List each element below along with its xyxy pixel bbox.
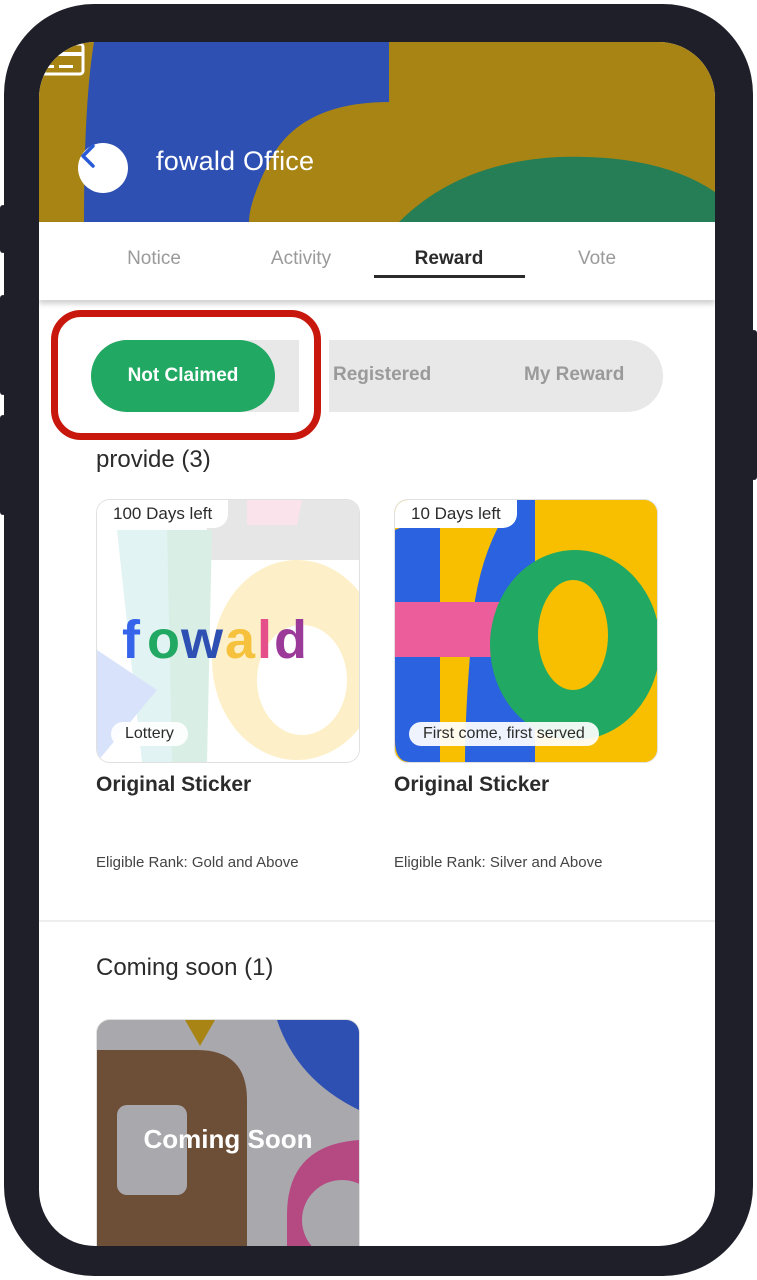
logo-letter: l — [257, 610, 272, 670]
active-tab-indicator — [374, 275, 525, 278]
app-screen: fowald Office Notice Activity Reward Vot… — [39, 42, 715, 1246]
first-come-badge: First come, first served — [409, 722, 599, 746]
chevron-left-icon — [81, 144, 95, 168]
annotation-highlight-box — [51, 310, 321, 440]
phone-side-button — [0, 415, 6, 515]
segment-registered[interactable]: Registered — [333, 364, 431, 386]
header-banner: fowald Office — [39, 42, 715, 222]
phone-side-button — [0, 205, 6, 253]
coming-soon-card[interactable]: Coming Soon — [96, 1019, 360, 1246]
reward-card-image[interactable]: f o w a l d 100 Days left Lottery — [96, 499, 360, 763]
logo-letter: f — [122, 610, 141, 670]
page-title: fowald Office — [156, 146, 315, 176]
header-graphic — [84, 42, 715, 222]
section-divider — [39, 920, 715, 922]
coming-soon-overlay: Coming Soon — [143, 1124, 313, 1154]
phone-side-button — [751, 330, 757, 480]
logo-letter: a — [225, 610, 256, 670]
provide-section-title: provide (3) — [96, 446, 211, 473]
tab-bar: Notice Activity Reward Vote — [39, 222, 715, 300]
logo-letter: d — [274, 610, 307, 670]
reward-card-image[interactable]: 10 Days left First come, first served — [394, 499, 658, 763]
membership-card-icon[interactable] — [39, 42, 85, 76]
days-left-label: 10 Days left — [395, 500, 517, 528]
tab-activity[interactable]: Activity — [226, 248, 376, 270]
reward-item-name: Original Sticker — [96, 773, 252, 796]
tab-notice[interactable]: Notice — [79, 248, 229, 270]
segment-my-reward[interactable]: My Reward — [524, 364, 624, 386]
logo-letter: w — [180, 610, 224, 670]
days-left-label: 100 Days left — [97, 500, 229, 528]
logo-letter: o — [147, 610, 180, 670]
lottery-badge: Lottery — [111, 722, 188, 746]
reward-item-name: Original Sticker — [394, 773, 550, 796]
reward-item-rank: Eligible Rank: Gold and Above — [96, 854, 299, 871]
phone-side-button — [0, 295, 6, 395]
back-button[interactable] — [78, 143, 128, 193]
tab-reward[interactable]: Reward — [374, 248, 524, 270]
reward-item-rank: Eligible Rank: Silver and Above — [394, 854, 603, 871]
tab-vote[interactable]: Vote — [522, 248, 672, 270]
coming-soon-section-title: Coming soon (1) — [96, 954, 274, 981]
